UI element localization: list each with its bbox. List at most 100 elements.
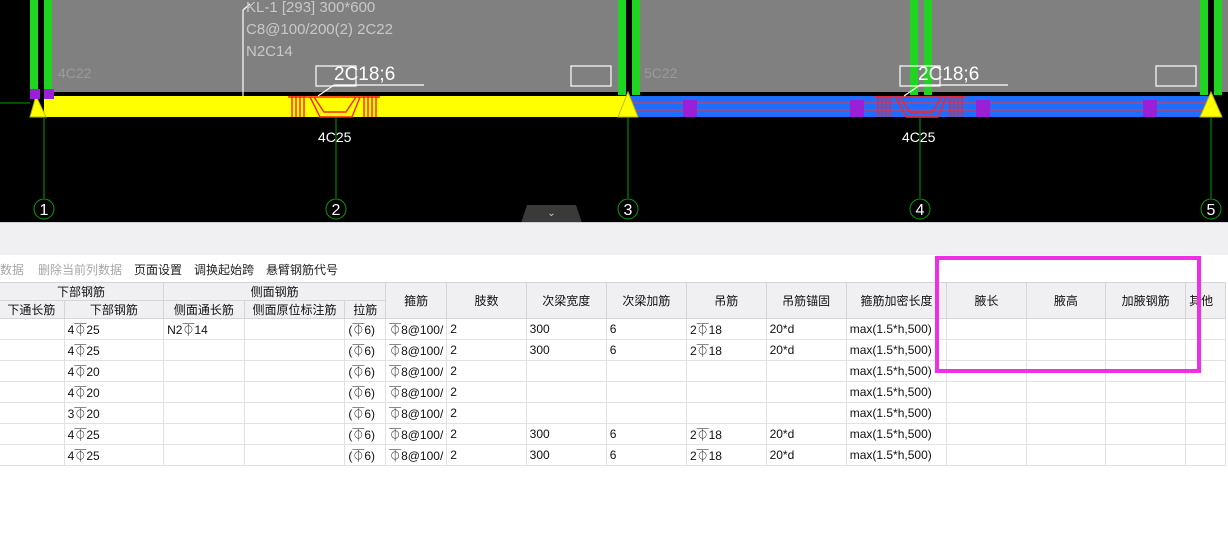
cell-sec-add[interactable] — [605, 360, 687, 382]
cell-hanger[interactable] — [685, 402, 767, 424]
cell-side-original[interactable] — [243, 423, 346, 445]
cell-hanger[interactable]: 2⏁18 — [685, 339, 767, 361]
cell-side-original[interactable] — [243, 402, 346, 424]
cell-bottom-bar[interactable]: 4⏁20 — [63, 381, 165, 403]
cell-hanger-anchor[interactable] — [765, 360, 847, 382]
cell-stirrup[interactable]: ⏁8@100/ — [385, 423, 448, 445]
header-legs[interactable]: 肢数 — [446, 282, 527, 319]
cell-haunch-length[interactable] — [946, 444, 1027, 466]
cell-sec-width[interactable]: 300 — [525, 339, 607, 361]
cell-other[interactable] — [1185, 360, 1226, 382]
beam-rebar-table[interactable]: 下部钢筋 侧面钢筋 箍筋 肢数 次梁宽度 次梁加筋 吊筋 吊筋锚固 箍筋加密长度… — [0, 282, 1228, 466]
cell-haunch-length[interactable] — [946, 318, 1027, 340]
cell-haunch-height[interactable] — [1025, 381, 1107, 403]
table-row[interactable]: 3⏁20 (⏁6) ⏁8@100/2 max(1.5*h,500) — [0, 402, 1226, 424]
header-haunch-height[interactable]: 腋高 — [1025, 282, 1107, 319]
cell-legs[interactable]: 2 — [446, 339, 527, 361]
copy-data-button[interactable]: 数据 — [0, 261, 24, 278]
beam-drawing[interactable]: KL-1 [293] 300*600 C8@100/200(2) 2C22 N2… — [0, 0, 1228, 222]
cell-haunch-height[interactable] — [1025, 360, 1107, 382]
cell-legs[interactable]: 2 — [446, 318, 527, 340]
cell-hanger-anchor[interactable]: 20*d — [765, 339, 847, 361]
cell-haunch-bar[interactable] — [1105, 423, 1187, 445]
cell-bottom-through[interactable] — [0, 360, 65, 382]
cell-hanger[interactable]: 2⏁18 — [685, 423, 767, 445]
cell-bottom-bar[interactable]: 4⏁25 — [63, 423, 165, 445]
cell-side-through[interactable]: N2⏁14 — [163, 318, 245, 340]
cell-bottom-bar[interactable]: 4⏁20 — [63, 360, 165, 382]
cell-side-original[interactable] — [243, 318, 346, 340]
cell-stirrup[interactable]: ⏁8@100/ — [385, 381, 448, 403]
cell-bottom-through[interactable] — [0, 381, 65, 403]
panel-splitter[interactable] — [0, 222, 1228, 255]
cell-tie[interactable]: (⏁6) — [344, 360, 387, 382]
cell-bottom-bar[interactable]: 4⏁25 — [63, 339, 165, 361]
cell-sec-width[interactable]: 300 — [525, 423, 607, 445]
cell-haunch-height[interactable] — [1025, 339, 1107, 361]
header-stirrup[interactable]: 箍筋 — [385, 282, 448, 319]
cell-dense-length[interactable]: max(1.5*h,500) — [845, 318, 948, 340]
cell-sec-width[interactable]: 300 — [525, 318, 607, 340]
header-hanger[interactable]: 吊筋 — [685, 282, 767, 319]
cell-haunch-bar[interactable] — [1105, 381, 1187, 403]
cell-haunch-height[interactable] — [1025, 318, 1107, 340]
cell-bottom-through[interactable] — [0, 402, 65, 424]
header-secondary-beam-width[interactable]: 次梁宽度 — [525, 282, 607, 319]
cell-stirrup[interactable]: ⏁8@100/ — [385, 318, 448, 340]
cell-tie[interactable]: (⏁6) — [344, 423, 387, 445]
cell-haunch-length[interactable] — [946, 381, 1027, 403]
page-setup-button[interactable]: 页面设置 — [134, 261, 182, 278]
cell-haunch-bar[interactable] — [1105, 402, 1187, 424]
cell-other[interactable] — [1185, 381, 1226, 403]
cell-bottom-through[interactable] — [0, 423, 65, 445]
cell-legs[interactable]: 2 — [446, 360, 527, 382]
cell-hanger-anchor[interactable]: 20*d — [765, 318, 847, 340]
cell-tie[interactable]: (⏁6) — [344, 339, 387, 361]
cell-tie[interactable]: (⏁6) — [344, 402, 387, 424]
header-tie[interactable]: 拉筋 — [344, 300, 387, 319]
cell-dense-length[interactable]: max(1.5*h,500) — [845, 402, 948, 424]
cell-stirrup[interactable]: ⏁8@100/ — [385, 402, 448, 424]
cell-side-original[interactable] — [243, 339, 346, 361]
cell-haunch-height[interactable] — [1025, 444, 1107, 466]
cell-legs[interactable]: 2 — [446, 402, 527, 424]
cell-side-through[interactable] — [163, 381, 245, 403]
header-hanger-anchor[interactable]: 吊筋锚固 — [765, 282, 847, 319]
cell-hanger[interactable]: 2⏁18 — [685, 318, 767, 340]
cell-haunch-height[interactable] — [1025, 423, 1107, 445]
cell-sec-add[interactable]: 6 — [605, 444, 687, 466]
cell-tie[interactable]: (⏁6) — [344, 318, 387, 340]
cell-haunch-bar[interactable] — [1105, 360, 1187, 382]
cell-hanger[interactable] — [685, 381, 767, 403]
cell-side-through[interactable] — [163, 360, 245, 382]
cell-hanger-anchor[interactable] — [765, 402, 847, 424]
cell-stirrup[interactable]: ⏁8@100/ — [385, 360, 448, 382]
cell-legs[interactable]: 2 — [446, 423, 527, 445]
cell-sec-width[interactable]: 300 — [525, 444, 607, 466]
cantilever-code-button[interactable]: 悬臂钢筋代号 — [266, 261, 338, 278]
cell-bottom-bar[interactable]: 4⏁25 — [63, 444, 165, 466]
table-row[interactable]: 4⏁25 (⏁6) ⏁8@100/2 300 6 2⏁18 20*d max(1.5*h,50… — [0, 423, 1226, 445]
cell-other[interactable] — [1185, 423, 1226, 445]
cell-sec-width[interactable] — [525, 381, 607, 403]
header-side-through[interactable]: 侧面通长筋 — [163, 300, 245, 319]
cell-haunch-length[interactable] — [946, 360, 1027, 382]
cell-tie[interactable]: (⏁6) — [344, 381, 387, 403]
cell-bottom-through[interactable] — [0, 339, 65, 361]
delete-column-data-button[interactable]: 删除当前列数据 — [38, 261, 122, 278]
cell-sec-add[interactable] — [605, 381, 687, 403]
cell-haunch-bar[interactable] — [1105, 444, 1187, 466]
table-row[interactable]: 4⏁25 (⏁6) ⏁8@100/2 300 6 2⏁18 20*d max(1.5*h,50… — [0, 444, 1226, 466]
cell-dense-length[interactable]: max(1.5*h,500) — [845, 339, 948, 361]
cell-side-through[interactable] — [163, 402, 245, 424]
cell-bottom-through[interactable] — [0, 318, 65, 340]
cell-legs[interactable]: 2 — [446, 381, 527, 403]
cell-sec-width[interactable] — [525, 360, 607, 382]
cell-other[interactable] — [1185, 402, 1226, 424]
cell-haunch-length[interactable] — [946, 339, 1027, 361]
cell-other[interactable] — [1185, 339, 1226, 361]
cad-drawing-view[interactable]: KL-1 [293] 300*600 C8@100/200(2) 2C22 N2… — [0, 0, 1228, 222]
collapse-panel-button[interactable]: ⌄ — [521, 205, 582, 222]
cell-dense-length[interactable]: max(1.5*h,500) — [845, 444, 948, 466]
cell-side-original[interactable] — [243, 360, 346, 382]
